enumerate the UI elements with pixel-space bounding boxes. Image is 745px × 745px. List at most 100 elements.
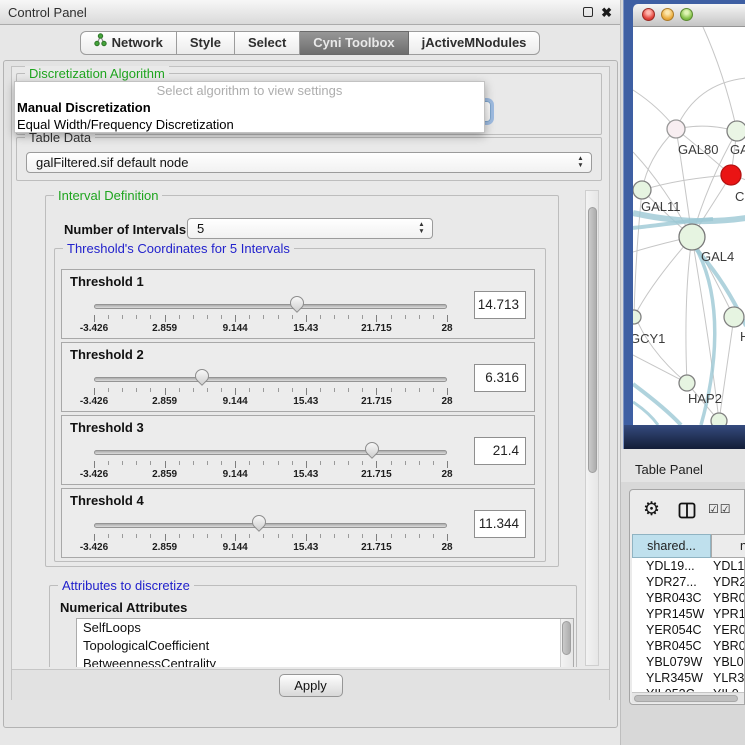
tab-cyni-toolbox[interactable]: Cyni Toolbox <box>300 31 408 55</box>
attribute-list-item[interactable]: TopologicalCoefficient <box>77 637 573 655</box>
attribute-list-item[interactable]: BetweennessCentrality <box>77 655 573 667</box>
threshold-slider-track-4[interactable] <box>94 523 447 528</box>
stepper-arrows-icon[interactable]: ▲▼ <box>417 222 426 235</box>
network-view-window: GAL80GACGAL11GAL4GCY1HHAP2 <box>623 0 745 449</box>
network-node-ga[interactable] <box>727 121 745 141</box>
tab-network[interactable]: Network <box>80 31 177 55</box>
network-node-gal4[interactable] <box>679 224 705 250</box>
tab-label: Style <box>190 32 221 54</box>
attributes-scrollbar[interactable] <box>560 619 573 667</box>
tab-style[interactable]: Style <box>177 31 235 55</box>
tab-label: Cyni Toolbox <box>313 32 394 54</box>
threshold-label: Threshold 1 <box>70 274 144 289</box>
select-columns-checkboxes-icon[interactable]: ☑☑ <box>708 502 732 516</box>
table-horizontal-scrollbar-thumb[interactable] <box>634 695 738 702</box>
network-node-c[interactable] <box>721 165 741 185</box>
slider-ticks <box>94 315 447 323</box>
network-edge[interactable] <box>686 237 692 383</box>
column-header-name[interactable]: na <box>711 534 745 558</box>
table-row[interactable]: YER054CYER0 <box>632 622 744 638</box>
number-of-intervals-value: 5 <box>197 221 204 236</box>
column-header-shared-name[interactable]: shared... <box>632 534 711 558</box>
network-edge[interactable] <box>642 129 676 190</box>
name-cell: YLR3 <box>713 670 744 686</box>
columns-icon[interactable] <box>678 502 696 522</box>
popup-placeholder-item[interactable]: Select algorithm to view settings <box>15 82 484 99</box>
network-edge[interactable] <box>642 175 731 190</box>
network-canvas[interactable]: GAL80GACGAL11GAL4GCY1HHAP2 <box>633 27 745 425</box>
threshold-value-field-2[interactable]: 6.316 <box>474 364 526 392</box>
zoom-traffic-light-icon[interactable] <box>680 8 693 21</box>
tab-select[interactable]: Select <box>235 31 300 55</box>
threshold-slider-track-2[interactable] <box>94 377 447 382</box>
attribute-list-item[interactable]: SelfLoops <box>77 619 573 637</box>
threshold-box-4: Threshold 4-3.4262.8599.14415.4321.71528… <box>61 488 535 558</box>
name-cell: YBR0 <box>713 638 744 654</box>
table-row[interactable]: YBL079WYBL0 <box>632 654 744 670</box>
network-window-titlebar[interactable] <box>633 4 745 27</box>
name-cell: YDR2 <box>713 574 744 590</box>
threshold-coordinates-title: Threshold's Coordinates for 5 Intervals <box>63 241 294 256</box>
network-node-gal80[interactable] <box>667 120 685 138</box>
threshold-slider-thumb-2[interactable] <box>193 366 213 386</box>
table-row[interactable]: YBR045C YBR0 <box>632 638 744 654</box>
threshold-box-1: Threshold 1-3.4262.8599.14415.4321.71528… <box>61 269 535 339</box>
network-edge[interactable] <box>633 310 687 383</box>
close-traffic-light-icon[interactable] <box>642 8 655 21</box>
network-node-h[interactable] <box>724 307 744 327</box>
stepper-arrows-icon[interactable]: ▲▼ <box>576 156 585 169</box>
number-of-intervals-combobox[interactable]: 5 ▲▼ <box>187 218 433 239</box>
apply-row: Apply <box>12 669 609 700</box>
network-edge-highlighted[interactable] <box>633 402 658 425</box>
shared-name-cell: YBL079W <box>646 654 702 670</box>
shared-name-cell: YER054C <box>646 622 702 638</box>
network-edge[interactable] <box>703 27 737 131</box>
gear-icon[interactable]: ⚙ <box>643 499 660 521</box>
table-row[interactable]: YBR043CYBR0 <box>632 590 744 606</box>
table-data-group: Table Data galFiltered.sif default node … <box>16 137 602 181</box>
threshold-slider-thumb-3[interactable] <box>362 439 382 459</box>
network-node-gcy1[interactable] <box>633 310 641 324</box>
tab-jactivemnodules[interactable]: jActiveMNodules <box>409 31 541 55</box>
threshold-value-field-4[interactable]: 11.344 <box>474 510 526 538</box>
table-panel-title: Table Panel <box>635 462 703 477</box>
network-edge[interactable] <box>633 355 687 383</box>
table-row[interactable]: YLR345WYLR3 <box>632 670 744 686</box>
attributes-scrollbar-thumb[interactable] <box>562 621 571 655</box>
apply-button[interactable]: Apply <box>279 674 343 697</box>
close-icon[interactable]: ✖ <box>601 3 612 22</box>
network-node-hap2[interactable] <box>679 375 695 391</box>
threshold-list: Threshold 1-3.4262.8599.14415.4321.71528… <box>61 269 535 561</box>
table-horizontal-scrollbar[interactable] <box>632 692 744 703</box>
slider-ticks <box>94 534 447 542</box>
settings-scrollbar[interactable] <box>585 190 599 666</box>
table-row[interactable]: YDR27...YDR2 <box>632 574 744 590</box>
network-node-unlabeled[interactable] <box>711 413 727 425</box>
shared-name-cell: YBR043C <box>646 590 702 606</box>
popup-item-manual-discretization[interactable]: Manual Discretization <box>15 99 484 116</box>
network-node-label: GA <box>730 142 745 157</box>
network-node-gal11[interactable] <box>633 181 651 199</box>
minimize-traffic-light-icon[interactable] <box>661 8 674 21</box>
float-window-icon[interactable] <box>583 7 593 17</box>
tab-label: Select <box>248 32 286 54</box>
network-node-label: GAL11 <box>641 199 681 214</box>
tab-label: jActiveMNodules <box>422 32 527 54</box>
threshold-slider-thumb-4[interactable] <box>249 512 269 532</box>
threshold-slider-track-3[interactable] <box>94 450 447 455</box>
numerical-attributes-list[interactable]: SelfLoopsTopologicalCoefficientBetweenne… <box>76 618 574 667</box>
network-icon <box>94 32 107 54</box>
settings-scrollbar-thumb[interactable] <box>588 207 597 473</box>
threshold-slider-track-1[interactable] <box>94 304 447 309</box>
threshold-value-field-1[interactable]: 14.713 <box>474 291 526 319</box>
table-row[interactable]: YPR145WYPR1 <box>632 606 744 622</box>
threshold-slider-thumb-1[interactable] <box>287 293 307 313</box>
table-data-combobox[interactable]: galFiltered.sif default node ▲▼ <box>26 152 592 173</box>
network-edge-highlighted[interactable] <box>633 384 681 425</box>
table-row[interactable]: YDL19...YDL1 <box>632 558 744 574</box>
control-panel-window: Control Panel ✖ NetworkStyleSelectCyni T… <box>0 0 621 745</box>
table-panel-toolbar: ⚙ ☑☑ <box>630 490 744 532</box>
shared-name-cell: YBR045C <box>646 638 702 654</box>
popup-item-equal-width-frequency[interactable]: Equal Width/Frequency Discretization <box>15 116 484 133</box>
threshold-value-field-3[interactable]: 21.4 <box>474 437 526 465</box>
